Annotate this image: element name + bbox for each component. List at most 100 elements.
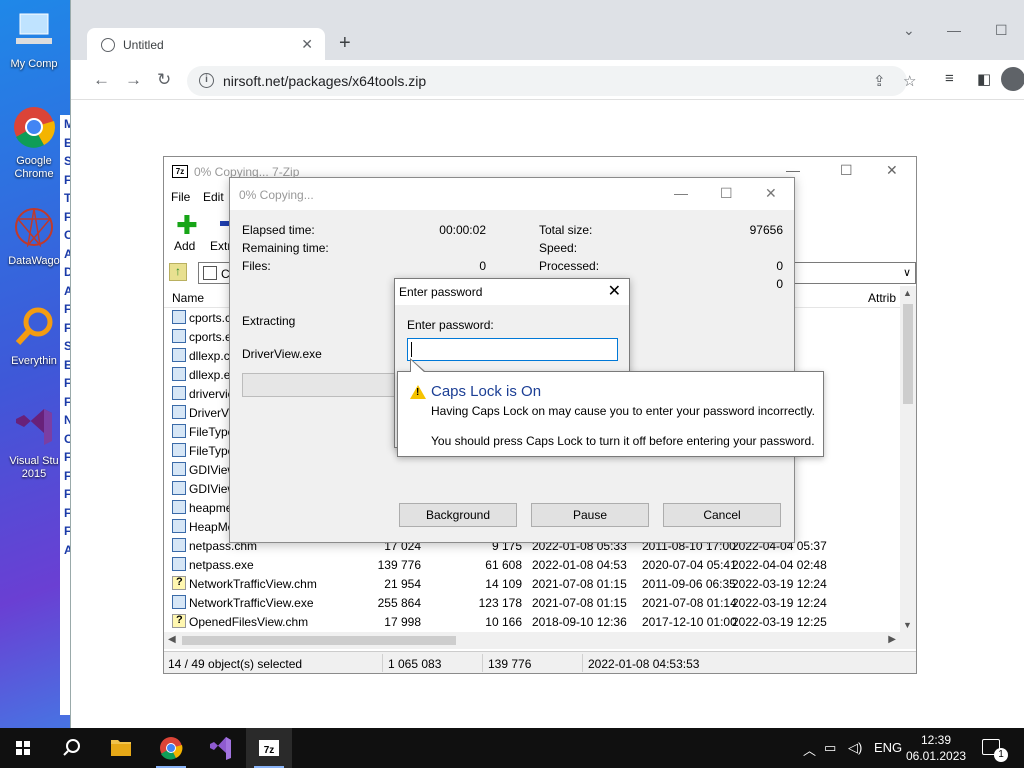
archive-icon — [203, 266, 217, 280]
add-icon[interactable]: ✚ — [176, 212, 198, 238]
forward-button[interactable]: → — [125, 70, 142, 90]
desktop-icon-visual-studio[interactable]: Visual Stu 2015 — [0, 405, 68, 481]
folder-icon — [111, 740, 131, 756]
progress-title: 0% Copying... — [239, 188, 314, 202]
tab-search-icon[interactable]: ⌄ — [903, 22, 915, 39]
text-caret — [411, 342, 412, 357]
caps-lock-title: Caps Lock is On — [431, 383, 542, 400]
network-icon[interactable]: ▭ — [824, 740, 836, 756]
taskbar-file-explorer[interactable] — [98, 728, 144, 768]
file-icon — [172, 462, 186, 476]
share-icon[interactable]: ⇪ — [873, 72, 886, 90]
tab-title: Untitled — [123, 38, 164, 52]
background-button[interactable]: Background — [399, 503, 517, 527]
file-name: dllexp.c — [189, 349, 230, 363]
column-name[interactable]: Name — [172, 291, 204, 305]
file-packed: 61 608 — [485, 558, 522, 572]
7zip-icon: 7z — [259, 740, 279, 756]
search-button[interactable] — [48, 728, 94, 768]
info-icon[interactable]: i — [199, 73, 214, 88]
minimize-button[interactable]: — — [947, 22, 961, 38]
table-row[interactable]: NetworkTrafficView.chm 21 954 14 109 2021-0… — [164, 574, 900, 593]
side-panel-icon[interactable]: ◧ — [977, 70, 991, 88]
file-packed: 14 109 — [485, 577, 522, 591]
new-tab-button[interactable]: + — [339, 32, 351, 55]
scroll-thumb[interactable] — [182, 636, 456, 645]
clock-time: 12:39 — [920, 733, 952, 747]
magnifier-icon — [15, 307, 53, 346]
file-icon — [172, 348, 186, 362]
bookmark-star-icon[interactable]: ☆ — [903, 72, 916, 90]
start-button[interactable] — [0, 728, 46, 768]
maximize-button[interactable]: ☐ — [995, 22, 1008, 39]
url-text: nirsoft.net/packages/x64tools.zip — [223, 73, 427, 89]
minimize-button[interactable]: — — [674, 185, 688, 201]
profile-avatar-icon[interactable] — [1001, 67, 1024, 91]
pause-button[interactable]: Pause — [531, 503, 649, 527]
clock[interactable]: 12:39 06.01.2023 — [906, 732, 966, 764]
table-row[interactable]: netpass.exe 139 776 61 608 2022-01-08 04:53… — [164, 555, 900, 574]
file-icon — [172, 386, 186, 400]
desktop-icon-everything[interactable]: Everythin — [0, 305, 68, 368]
file-icon — [172, 481, 186, 495]
notifications-icon[interactable]: 1 — [982, 739, 1008, 762]
maximize-button[interactable]: ☐ — [720, 185, 733, 202]
file-created: 2020-07-04 05:41 — [642, 558, 737, 572]
horizontal-scrollbar[interactable]: ◀ ▶ — [164, 632, 916, 649]
taskbar-7zip[interactable]: 7z — [246, 728, 292, 768]
add-button-label[interactable]: Add — [174, 239, 195, 253]
volume-icon[interactable]: ◁) — [848, 740, 862, 756]
file-name: drivervie — [189, 387, 235, 401]
language-indicator[interactable]: ENG — [874, 740, 902, 755]
close-button[interactable]: ✕ — [765, 185, 777, 202]
taskbar-visual-studio[interactable] — [198, 728, 244, 768]
chevron-down-icon[interactable]: ∨ — [903, 266, 911, 279]
password-input[interactable] — [407, 338, 618, 361]
column-attrib[interactable]: Attrib — [868, 291, 896, 305]
close-icon[interactable]: ✕ — [608, 281, 621, 301]
password-titlebar: Enter password ✕ — [395, 279, 629, 305]
minimize-button[interactable]: — — [786, 162, 800, 178]
operation-label: Extracting — [242, 314, 296, 328]
scroll-thumb[interactable] — [903, 304, 913, 404]
taskbar-chrome[interactable] — [148, 728, 194, 768]
scroll-down-icon[interactable]: ▼ — [903, 620, 912, 630]
menu-file[interactable]: File — [171, 190, 190, 204]
scroll-left-icon[interactable]: ◀ — [168, 634, 176, 645]
maximize-button[interactable]: ☐ — [840, 162, 853, 179]
file-name: heapme — [189, 501, 233, 515]
cancel-button[interactable]: Cancel — [663, 503, 781, 527]
caps-lock-message-1: Having Caps Lock on may cause you to ent… — [431, 404, 815, 418]
windows-icon — [16, 741, 30, 755]
7zip-app-icon: 7z — [172, 165, 188, 178]
remaining-label: Remaining time: — [242, 241, 329, 255]
file-created: 2017-12-10 01:00 — [642, 615, 737, 629]
close-button[interactable]: ✕ — [886, 162, 898, 179]
folder-up-icon[interactable]: ↑ — [169, 263, 187, 281]
menu-edit[interactable]: Edit — [203, 190, 224, 204]
visual-studio-icon — [16, 409, 52, 445]
reload-button[interactable]: ↻ — [157, 70, 171, 90]
tab-strip: Untitled ✕ + ⌄ — ☐ — [71, 0, 1024, 60]
show-hidden-icons[interactable]: ︿ — [803, 740, 816, 759]
scroll-right-icon[interactable]: ▶ — [888, 634, 896, 645]
chrome-icon — [160, 737, 183, 760]
back-button[interactable]: ← — [93, 70, 110, 90]
tab-untitled[interactable]: Untitled ✕ — [87, 28, 325, 60]
address-bar[interactable]: i nirsoft.net/packages/x64tools.zip ⇪ ☆ — [187, 66, 916, 96]
desktop-icon-datawago[interactable]: DataWago — [0, 205, 68, 268]
status-size: 1 065 083 — [388, 657, 442, 671]
vertical-scrollbar[interactable]: ▲ ▼ — [900, 286, 916, 632]
file-icon — [172, 329, 186, 343]
file-icon — [172, 500, 186, 514]
scroll-up-icon[interactable]: ▲ — [903, 288, 912, 298]
desktop-icon-chrome[interactable]: Google Chrome — [0, 105, 68, 181]
desktop-icon-my-computer[interactable]: My Comp — [0, 8, 68, 71]
table-row[interactable]: OpenedFilesView.chm 17 998 10 166 2018-09-1… — [164, 612, 900, 631]
close-tab-icon[interactable]: ✕ — [301, 36, 313, 53]
elapsed-value: 00:00:02 — [439, 223, 486, 237]
reading-list-icon[interactable]: ≡ — [945, 70, 954, 87]
password-label: Enter password: — [407, 318, 494, 332]
table-row[interactable]: NetworkTrafficView.exe 255 864 123 178 2021… — [164, 593, 900, 612]
current-file: DriverView.exe — [242, 347, 322, 361]
